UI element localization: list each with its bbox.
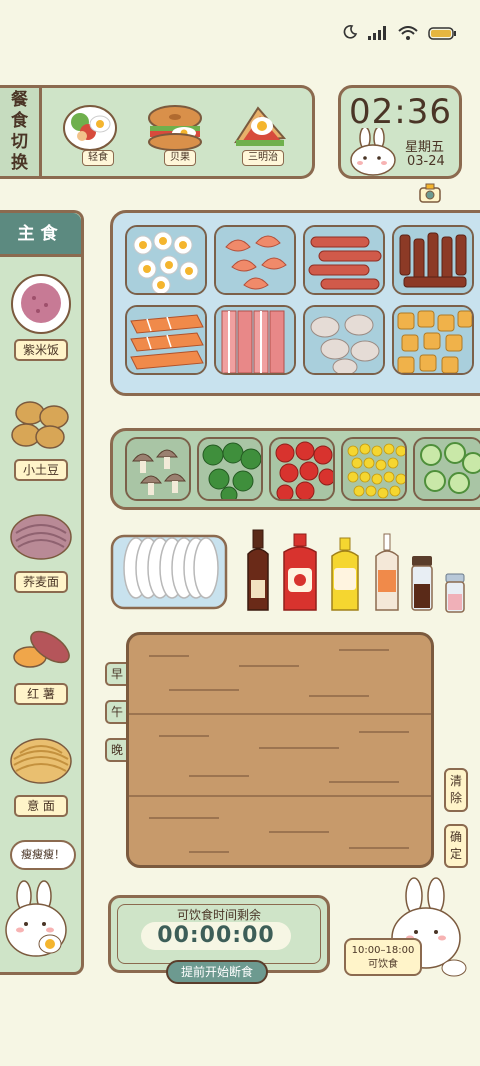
staple-item-label: 紫米饭 [14,339,68,361]
tray-cell-corn[interactable] [341,437,407,501]
camera-icon[interactable] [418,180,442,208]
bacon-icon [216,307,294,373]
eating-window-badge: 10:00–18:00 可饮食 [344,938,422,976]
potato-icon [11,401,69,449]
clock-time: 02:36 [349,92,452,132]
salt-shaker-icon[interactable] [442,572,468,614]
tab-breakfast[interactable]: 早 [105,662,127,686]
timer-title: 可饮食时间剩余 [176,908,261,922]
status-bar [0,0,480,60]
tray-cell-salmon[interactable] [125,305,207,375]
tray-cell-mushroom[interactable] [125,437,191,501]
moon-icon [342,24,358,44]
staple-item-label: 意 面 [14,795,68,817]
sauce-bottle-icon[interactable] [372,532,402,614]
tray-cell-cherry-tomato[interactable] [269,437,335,501]
wifi-icon [398,25,418,44]
cucumber-icon [415,439,480,499]
staple-item-sweet-potato[interactable]: 红 薯 [6,617,76,717]
sandwich-icon [234,106,287,146]
staple-food-title: 主食 [0,213,81,257]
tofu-icon [394,307,472,373]
staple-item-label: 红 薯 [14,683,68,705]
chicken-icon [305,307,383,373]
meal-option-label: 贝果 [164,150,196,166]
shrimp-icon [216,227,294,293]
cutting-board[interactable] [126,632,434,868]
salad-plate-icon [63,105,117,151]
tray-cell-sausage[interactable] [303,225,385,295]
bunny-holding-egg-icon [5,880,67,957]
staple-item-pasta[interactable]: 意 面 [6,729,76,829]
meal-option-light[interactable]: 轻食 [56,98,132,170]
staple-item-potato[interactable]: 小土豆 [6,393,76,493]
clear-button-char: 清 [449,774,462,788]
staple-item-label: 小土豆 [14,459,68,481]
speech-bubble: 瘦瘦瘦！ [10,840,76,870]
vegetable-tray [110,428,480,510]
staple-item-buckwheat-noodles[interactable]: 荞麦面 [6,505,76,605]
mayonnaise-bottle-icon[interactable] [328,536,362,614]
purple-rice-icon [11,274,71,334]
clear-button-char: 除 [449,791,462,805]
timer-countdown: 00:00:00 [141,922,291,950]
corn-icon [343,439,405,499]
pepper-grinder-icon[interactable] [408,554,436,614]
broccoli-icon [199,439,261,499]
meal-option-bagel[interactable]: 贝果 [138,98,214,170]
sausage-icon [305,227,383,293]
mushroom-icon [127,439,189,499]
confirm-button-char: 确 [449,830,462,844]
clock-widget: 02:36 星期五 03-24 [338,85,462,179]
tab-lunch[interactable]: 午 [105,700,127,724]
meal-switch-title[interactable]: 餐 食 切 换 [0,88,42,176]
clock-date: 03-24 [407,154,445,169]
tray-cell-beef-jerky[interactable] [392,225,474,295]
tray-cell-chicken-breast[interactable] [303,305,385,375]
tray-cell-tofu[interactable] [392,305,474,375]
staple-item-purple-rice[interactable]: 紫米饭 [6,273,76,373]
tab-dinner[interactable]: 晚 [105,738,127,762]
meal-option-sandwich[interactable]: 三明治 [222,98,298,170]
buckwheat-noodle-icon [10,514,72,560]
start-fast-button[interactable]: 提前开始断食 [166,960,268,984]
pasta-icon [10,738,72,784]
tray-cell-cucumber[interactable] [413,437,480,501]
battery-icon [428,25,456,44]
ketchup-bottle-icon[interactable] [280,532,320,614]
bunny-icon [350,128,396,176]
tray-cell-broccoli[interactable] [197,437,263,501]
salmon-icon [127,307,205,373]
beef-icon [394,227,472,293]
meal-switch-title-char: 食 [11,111,28,131]
tray-cell-shrimp[interactable] [214,225,296,295]
tomato-icon [271,439,333,499]
bagel-icon [148,105,202,151]
signal-icon [368,25,388,44]
clock-weekday: 星期五 [405,140,445,155]
tray-cell-bacon[interactable] [214,305,296,375]
eating-window-range: 10:00–18:00 [351,945,415,956]
vinegar-bottle-icon[interactable] [242,528,274,614]
confirm-button[interactable]: 确 定 [444,824,468,868]
confirm-button-char: 定 [449,847,462,861]
clear-button[interactable]: 清 除 [444,768,468,812]
meal-switch-title-char: 换 [11,153,28,173]
meal-option-label: 轻食 [82,150,114,166]
meal-option-label: 三明治 [242,150,284,166]
eating-window-label: 可饮食 [368,959,398,970]
tray-cell-eggs[interactable] [125,225,207,295]
meal-switch-title-char: 餐 [11,90,28,110]
sweet-potato-icon [13,630,70,668]
protein-tray [110,210,480,396]
meal-switch-panel: 餐 食 切 换 轻食 贝果 三明治 [0,85,315,179]
meal-switch-title-char: 切 [11,132,28,152]
plate-stack-icon[interactable] [110,530,228,612]
egg-icon [127,227,205,293]
staple-item-label: 荞麦面 [14,571,68,593]
